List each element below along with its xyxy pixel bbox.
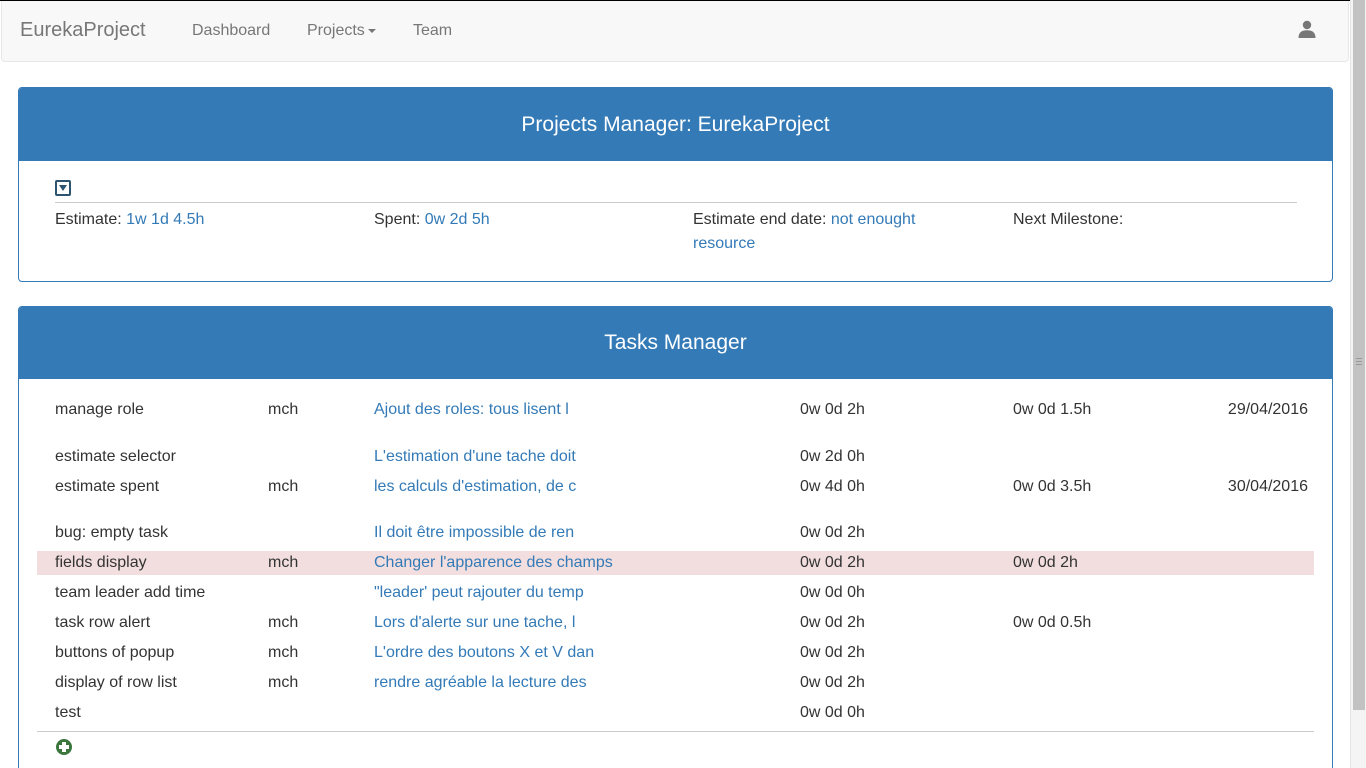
task-user: mch [268, 478, 299, 495]
task-estimate: 0w 0d 2h [800, 674, 865, 691]
divider [55, 202, 1297, 203]
task-description-link[interactable]: L'ordre des boutons X et V dan [374, 641, 594, 665]
task-description-link[interactable]: L'estimation d'une tache doit [374, 445, 576, 469]
task-user: mch [268, 401, 299, 418]
table-row[interactable]: team leader add time "leader' peut rajou… [37, 581, 1314, 605]
spent-stat: Spent: 0w 2d 5h [374, 208, 490, 232]
task-description-link[interactable]: Il doit être impossible de ren [374, 521, 574, 545]
nav-dashboard[interactable]: Dashboard [192, 22, 270, 40]
task-estimate: 0w 0d 2h [800, 401, 865, 418]
task-name: test [55, 704, 81, 721]
task-estimate: 0w 0d 2h [800, 614, 865, 631]
nav-projects-label: Projects [307, 22, 365, 39]
projects-manager-panel: Projects Manager: EurekaProject Estimate… [18, 87, 1333, 282]
task-name: display of row list [55, 674, 177, 691]
task-name: team leader add time [55, 584, 206, 601]
nav-team[interactable]: Team [413, 22, 452, 40]
table-row[interactable]: estimate spent mch les calculs d'estimat… [37, 475, 1314, 499]
task-description-link[interactable]: Changer l'apparence des champs [374, 551, 613, 575]
task-user: mch [268, 644, 299, 661]
spent-label: Spent: [374, 211, 425, 228]
task-user: mch [268, 674, 299, 691]
task-estimate: 0w 4d 0h [800, 478, 865, 495]
projects-panel-title: Projects Manager: EurekaProject [19, 88, 1332, 161]
task-spent: 0w 0d 3.5h [1013, 478, 1092, 495]
tasks-manager-panel: Tasks Manager manage role mch Ajout des … [18, 306, 1333, 768]
task-description-link[interactable]: rendre agréable la lecture des [374, 671, 587, 695]
nav-projects-dropdown[interactable]: Projects [307, 22, 376, 40]
task-date: 29/04/2016 [1227, 401, 1308, 418]
task-name: fields display [55, 554, 147, 571]
collapse-toggle-icon[interactable] [55, 180, 71, 196]
add-circle-icon[interactable] [56, 739, 72, 755]
task-description-link[interactable]: "leader' peut rajouter du temp [374, 581, 584, 605]
task-name: estimate spent [55, 478, 160, 495]
grip-icon [1356, 358, 1362, 366]
task-name: task row alert [55, 614, 151, 631]
task-estimate: 0w 0d 0h [800, 584, 865, 601]
end-date-stat: Estimate end date: not enought resource [693, 208, 963, 256]
task-estimate: 0w 0d 2h [800, 554, 865, 571]
task-description-link[interactable]: Ajout des roles: tous lisent l [374, 398, 569, 422]
tasks-panel-title: Tasks Manager [19, 307, 1332, 379]
navbar: EurekaProject Dashboard Projects Team [1, 1, 1349, 62]
task-spent: 0w 0d 0.5h [1013, 614, 1092, 631]
task-estimate: 0w 2d 0h [800, 448, 865, 465]
caret-down-icon [367, 28, 376, 33]
estimate-value: 1w 1d 4.5h [126, 211, 205, 228]
task-description-link[interactable]: les calculs d'estimation, de c [374, 475, 576, 499]
table-row[interactable]: test 0w 0d 0h [37, 701, 1314, 725]
table-row[interactable]: manage role mch Ajout des roles: tous li… [37, 398, 1314, 422]
task-estimate: 0w 0d 0h [800, 704, 865, 721]
task-user: mch [268, 614, 299, 631]
table-row[interactable]: bug: empty task Il doit être impossible … [37, 521, 1314, 545]
estimate-stat: Estimate: 1w 1d 4.5h [55, 208, 204, 232]
task-name: buttons of popup [55, 644, 175, 661]
divider [37, 731, 1314, 732]
task-name: estimate selector [55, 448, 176, 465]
vertical-scrollbar[interactable] [1350, 0, 1366, 768]
task-name: bug: empty task [55, 524, 168, 541]
task-description-link[interactable]: Lors d'alerte sur une tache, l [374, 611, 575, 635]
task-spent: 0w 0d 1.5h [1013, 401, 1092, 418]
task-estimate: 0w 0d 2h [800, 644, 865, 661]
milestone-stat: Next Milestone: [1013, 208, 1123, 232]
table-row[interactable]: task row alert mch Lors d'alerte sur une… [37, 611, 1314, 635]
estimate-label: Estimate: [55, 211, 127, 228]
table-row[interactable]: buttons of popup mch L'ordre des boutons… [37, 641, 1314, 665]
task-estimate: 0w 0d 2h [800, 524, 865, 541]
task-spent: 0w 0d 2h [1013, 554, 1078, 571]
brand-link[interactable]: EurekaProject [20, 19, 146, 42]
table-row-alert[interactable]: fields display mch Changer l'apparence d… [37, 551, 1314, 575]
task-user: mch [268, 554, 299, 571]
task-date: 30/04/2016 [1227, 478, 1308, 495]
table-row[interactable]: estimate selector L'estimation d'une tac… [37, 445, 1314, 469]
task-name: manage role [55, 401, 144, 418]
spent-value: 0w 2d 5h [424, 211, 490, 228]
milestone-label: Next Milestone: [1013, 211, 1124, 228]
scrollbar-thumb[interactable] [1353, 0, 1365, 710]
end-date-label: Estimate end date: [693, 211, 831, 228]
user-icon[interactable] [1298, 20, 1316, 38]
table-row[interactable]: display of row list mch rendre agréable … [37, 671, 1314, 695]
